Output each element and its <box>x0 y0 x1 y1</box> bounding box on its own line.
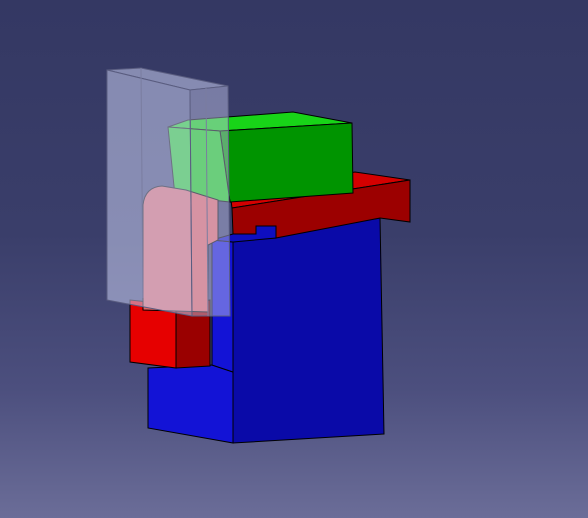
assembly-scene[interactable] <box>0 0 588 518</box>
glass-housing-left-face[interactable] <box>106 69 193 317</box>
glass-housing-right-face[interactable] <box>189 85 231 317</box>
glass-housing[interactable] <box>106 67 231 317</box>
blue-block-front-face[interactable] <box>232 217 385 444</box>
green-block-front-face[interactable] <box>219 122 354 203</box>
3d-viewport[interactable] <box>0 0 588 518</box>
blue-block-left-face[interactable] <box>147 364 234 444</box>
